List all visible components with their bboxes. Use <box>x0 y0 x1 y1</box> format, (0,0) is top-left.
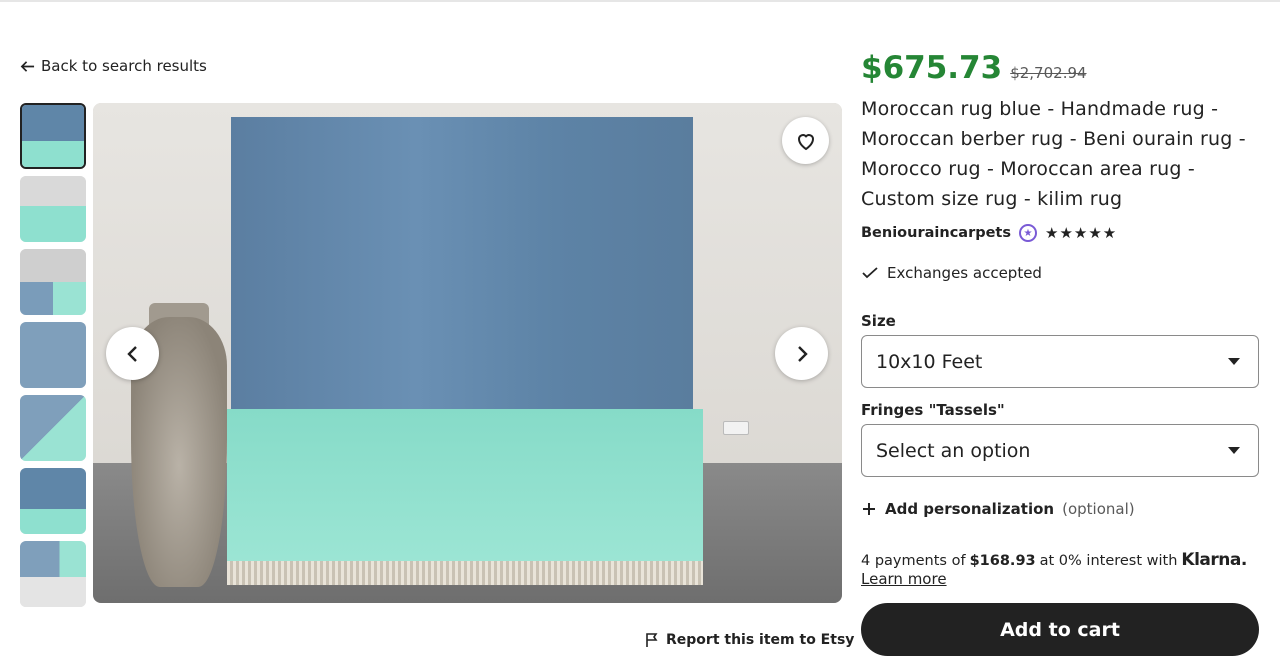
check-icon <box>862 267 878 279</box>
thumbnail-5[interactable] <box>20 395 86 461</box>
learn-more-link[interactable]: Learn more <box>861 570 947 588</box>
shop-name-link[interactable]: Beniouraincarpets <box>861 225 1011 241</box>
back-to-search-link[interactable]: Back to search results <box>20 57 207 75</box>
image-wall-outlet <box>723 421 749 435</box>
add-personalization-toggle[interactable]: Add personalization (optional) <box>861 500 1135 518</box>
size-select-value: 10x10 Feet <box>876 350 983 373</box>
plus-icon <box>863 503 875 515</box>
report-label: Report this item to Etsy <box>666 632 855 648</box>
thumbnail-strip <box>20 103 87 614</box>
product-title: Moroccan rug blue - Handmade rug - Moroc… <box>861 98 1246 210</box>
report-item-link[interactable]: Report this item to Etsy <box>644 632 854 648</box>
current-price: $675.73 <box>861 50 1003 86</box>
fringes-select-value: Select an option <box>876 439 1031 462</box>
exchanges-row: Exchanges accepted <box>861 264 1259 282</box>
main-product-image <box>93 103 842 603</box>
price-row: $675.73 $2,702.94 <box>861 50 1259 86</box>
image-rug-blue-section <box>231 117 693 409</box>
top-divider <box>0 0 1280 2</box>
personalization-label: Add personalization <box>885 500 1055 518</box>
shop-row: Beniouraincarpets ★ ★★★★★ <box>861 224 1259 242</box>
klarna-payments-text: 4 payments of $168.93 at 0% interest wit… <box>861 550 1247 570</box>
arrow-left-icon <box>20 60 35 72</box>
payments-prefix: 4 payments of <box>861 553 966 569</box>
payments-amount: $168.93 <box>969 553 1036 569</box>
add-to-cart-button[interactable]: Add to cart <box>861 603 1259 656</box>
caret-down-icon <box>1228 447 1240 454</box>
thumbnail-1[interactable] <box>20 103 86 169</box>
flag-icon <box>646 633 658 647</box>
thumbnail-6[interactable] <box>20 468 86 534</box>
image-rug-mint-section <box>227 409 703 585</box>
size-select[interactable]: 10x10 Feet <box>861 335 1259 388</box>
fringes-select[interactable]: Select an option <box>861 424 1259 477</box>
thumbnail-2[interactable] <box>20 176 86 242</box>
favorite-button[interactable] <box>782 117 829 164</box>
next-image-button[interactable] <box>775 327 828 380</box>
fringes-label: Fringes "Tassels" <box>861 401 1005 419</box>
thumbnail-3[interactable] <box>20 249 86 315</box>
caret-down-icon <box>1228 358 1240 365</box>
chevron-left-icon <box>126 345 137 362</box>
thumbnail-7[interactable] <box>20 541 86 607</box>
heart-icon <box>797 133 814 150</box>
personalization-optional: (optional) <box>1062 500 1135 518</box>
back-link-label: Back to search results <box>41 57 207 75</box>
rating-stars[interactable]: ★★★★★ <box>1045 224 1117 242</box>
chevron-right-icon <box>797 345 808 362</box>
size-label: Size <box>861 312 896 330</box>
payments-suffix: at 0% interest with <box>1039 553 1178 569</box>
klarna-logo: Klarna. <box>1181 550 1247 570</box>
exchanges-text: Exchanges accepted <box>887 264 1042 282</box>
original-price: $2,702.94 <box>1010 64 1087 82</box>
star-seller-badge-icon: ★ <box>1019 224 1037 242</box>
previous-image-button[interactable] <box>106 327 159 380</box>
product-info-panel: $675.73 $2,702.94 Moroccan rug blue - Ha… <box>861 50 1259 656</box>
thumbnail-4[interactable] <box>20 322 86 388</box>
